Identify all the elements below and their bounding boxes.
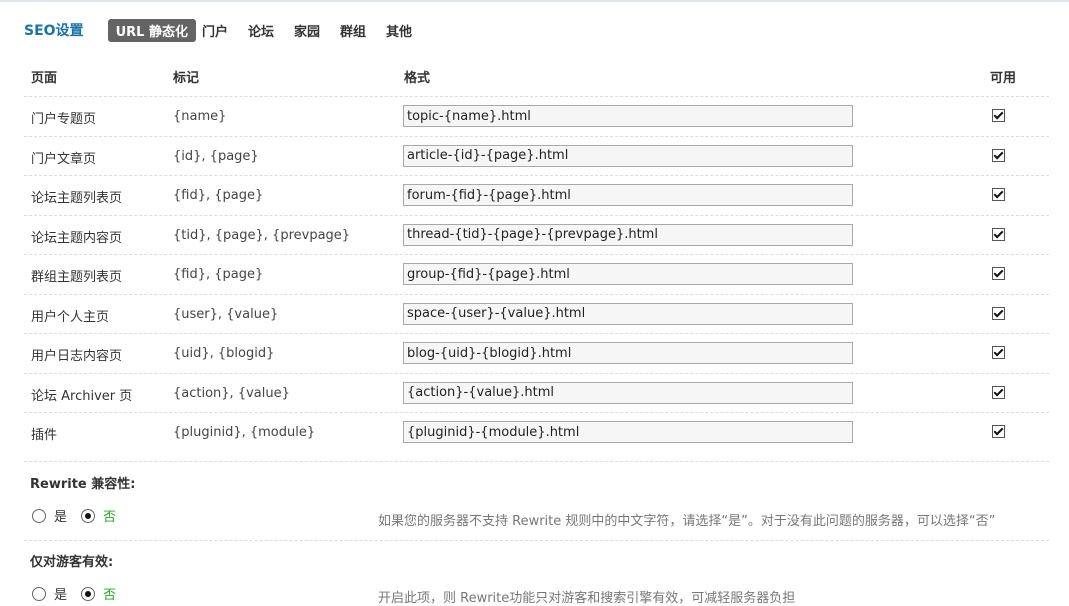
table-row: 门户文章页 {id}, {page}: [24, 135, 1049, 177]
table-row: 用户日志内容页 {uid}, {blogid}: [24, 333, 1049, 374]
row-page-label: 插件: [31, 428, 58, 443]
row-mark-label: {id}, {page}: [173, 148, 259, 164]
row-page-label: 论坛 Archiver 页: [31, 388, 133, 404]
row-enabled-checkbox[interactable]: [992, 227, 1005, 241]
row-enabled-checkbox[interactable]: [992, 148, 1005, 162]
rewrite-compat-title: Rewrite 兼容性:: [30, 477, 136, 492]
row-enabled-checkbox[interactable]: [992, 109, 1005, 122]
row-format-input[interactable]: [403, 105, 853, 127]
page-title: SEO设置: [24, 23, 84, 39]
row-format-input[interactable]: [403, 421, 853, 443]
row-mark-label: {pluginid}, {module}: [173, 425, 316, 440]
row-mark-label: {fid}, {page}: [173, 267, 264, 282]
tab-url-static[interactable]: URL 静态化: [107, 18, 196, 42]
table-row: 群组主题列表页 {fid}, {page}: [24, 254, 1049, 295]
guest-only-title: 仅对游客有效:: [30, 555, 114, 570]
guest-only-options: 是 否: [32, 584, 130, 603]
table-row: 论坛主题内容页 {tid}, {page}, {prevpage}: [24, 214, 1049, 256]
tab-group[interactable]: 群组: [340, 19, 366, 42]
tab-home[interactable]: 家园: [294, 19, 320, 42]
rewrite-compat-options: 是 否: [32, 506, 130, 525]
header: SEO设置 URL 静态化 门户 论坛 家园 群组 其他: [24, 18, 432, 42]
row-format-input[interactable]: [403, 184, 853, 206]
col-header-enabled: 可用: [990, 71, 1017, 86]
row-mark-label: {action}, {value}: [173, 385, 290, 401]
row-enabled-checkbox[interactable]: [992, 306, 1005, 320]
rewrite-compat-no-radio[interactable]: [81, 508, 96, 523]
divider: [24, 461, 1049, 462]
guest-only-tip: 开启此项，则 Rewrite功能只对游客和搜索引擎有效，可减轻服务器负担: [378, 591, 796, 606]
rewrite-compat-no-label[interactable]: 否: [103, 506, 116, 525]
row-enabled-checkbox[interactable]: [992, 425, 1005, 438]
row-enabled-checkbox[interactable]: [992, 346, 1005, 359]
row-page-label: 论坛主题内容页: [31, 230, 123, 246]
table-row: 论坛主题列表页 {fid}, {page}: [24, 175, 1049, 216]
table-row: 插件 {pluginid}, {module}: [24, 412, 1049, 453]
row-format-input[interactable]: [403, 144, 853, 167]
rewrite-compat-yes-label[interactable]: 是: [54, 506, 67, 525]
row-format-input[interactable]: [403, 342, 853, 364]
row-format-input[interactable]: [403, 302, 853, 325]
col-header-page: 页面: [31, 71, 58, 86]
table-row: 用户个人主页 {user}, {value}: [24, 293, 1049, 335]
row-page-label: 门户专题页: [31, 112, 97, 127]
row-mark-label: {user}, {value}: [173, 306, 279, 322]
tab-portal[interactable]: 门户: [202, 19, 228, 42]
rewrite-compat-yes-radio[interactable]: [32, 508, 46, 523]
row-enabled-checkbox[interactable]: [992, 267, 1005, 280]
top-border: [0, 0, 1069, 2]
row-format-input[interactable]: [403, 223, 853, 246]
guest-only-yes-radio[interactable]: [32, 586, 46, 601]
table-row: 门户专题页 {name}: [24, 96, 1049, 137]
guest-only-yes-label[interactable]: 是: [54, 584, 67, 603]
tab-other[interactable]: 其他: [386, 19, 412, 42]
col-header-format: 格式: [404, 71, 431, 86]
col-header-mark: 标记: [173, 71, 200, 86]
rewrite-compat-tip: 如果您的服务器不支持 Rewrite 规则中的中文字符，请选择“是”。对于没有此…: [378, 514, 996, 529]
row-page-label: 论坛主题列表页: [31, 191, 123, 206]
table-row: 论坛 Archiver 页 {action}, {value}: [24, 372, 1049, 414]
divider: [24, 540, 1049, 541]
guest-only-no-label[interactable]: 否: [103, 584, 116, 603]
row-mark-label: {fid}, {page}: [173, 188, 264, 203]
row-page-label: 用户个人主页: [31, 309, 110, 325]
row-page-label: 用户日志内容页: [31, 349, 123, 364]
row-page-label: 门户文章页: [31, 151, 97, 167]
row-page-label: 群组主题列表页: [31, 270, 123, 285]
row-mark-label: {uid}, {blogid}: [173, 346, 275, 361]
row-enabled-checkbox[interactable]: [992, 188, 1005, 201]
tab-forum[interactable]: 论坛: [248, 19, 274, 42]
row-format-input[interactable]: [403, 263, 853, 285]
row-mark-label: {tid}, {page}, {prevpage}: [173, 227, 351, 243]
guest-only-no-radio[interactable]: [81, 586, 96, 601]
row-mark-label: {name}: [173, 109, 227, 124]
row-format-input[interactable]: [403, 381, 853, 404]
row-enabled-checkbox[interactable]: [992, 385, 1005, 399]
